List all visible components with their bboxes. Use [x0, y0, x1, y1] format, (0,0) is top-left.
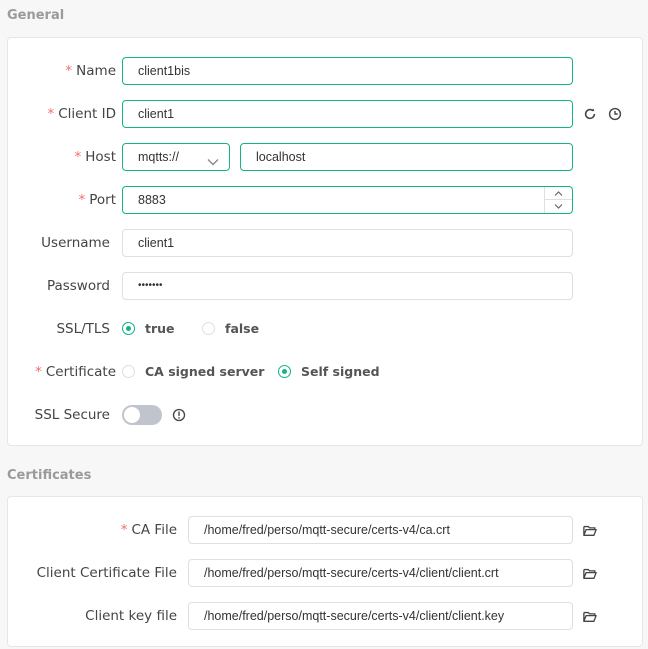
ca-file-label: * CA File — [120, 522, 177, 538]
password-input[interactable]: ••••••• — [122, 272, 573, 300]
client-key-row: Client key file /home/fred/perso/mqtt-se… — [8, 602, 644, 630]
certificate-row: * Certificate CA signed server Self signe… — [8, 358, 644, 386]
info-icon[interactable] — [172, 407, 188, 423]
self-signed-radio[interactable] — [278, 365, 291, 378]
client-cert-row: Client Certificate File /home/fred/perso… — [8, 559, 644, 587]
name-input[interactable]: client1bis — [122, 57, 573, 85]
protocol-select[interactable]: mqtts:// — [122, 143, 230, 171]
folder-icon[interactable] — [583, 608, 599, 624]
port-input[interactable]: 8883 — [122, 186, 573, 214]
client-id-row: * Client ID client1 — [8, 100, 644, 128]
clock-icon[interactable] — [608, 106, 624, 122]
folder-icon[interactable] — [583, 522, 599, 538]
chevron-down-icon — [207, 151, 219, 166]
client-cert-input[interactable]: /home/fred/perso/mqtt-secure/certs-v4/cl… — [188, 559, 573, 587]
client-id-label: * Client ID — [47, 106, 116, 122]
port-stepper — [544, 187, 572, 213]
host-label: * Host — [74, 149, 117, 165]
client-cert-label: Client Certificate File — [36, 565, 177, 581]
username-input[interactable]: client1 — [122, 229, 573, 257]
client-key-label: Client key file — [85, 608, 177, 624]
certificates-card: * CA File /home/fred/perso/mqtt-secure/ce… — [7, 496, 643, 647]
port-row: * Port 8883 — [8, 186, 644, 214]
ca-signed-radio[interactable] — [122, 365, 135, 378]
username-label: Username — [41, 235, 110, 251]
ca-file-input[interactable]: /home/fred/perso/mqtt-secure/certs-v4/ca… — [188, 516, 573, 544]
username-row: Username client1 — [8, 229, 644, 257]
ssl-tls-row: SSL/TLS true false — [8, 315, 644, 343]
certificate-label: * Certificate — [35, 364, 116, 380]
self-signed-label[interactable]: Self signed — [301, 358, 380, 386]
ssl-secure-row: SSL Secure — [8, 401, 644, 429]
client-key-input[interactable]: /home/fred/perso/mqtt-secure/certs-v4/cl… — [188, 602, 573, 630]
ssl-secure-toggle[interactable] — [122, 405, 162, 425]
name-row: * Name client1bis — [8, 57, 644, 85]
port-label: * Port — [78, 192, 116, 208]
folder-icon[interactable] — [583, 565, 599, 581]
host-row: * Host mqtts:// localhost — [8, 143, 644, 171]
protocol-value: mqtts:// — [138, 150, 179, 164]
password-row: Password ••••••• — [8, 272, 644, 300]
ssl-tls-false-label[interactable]: false — [225, 315, 259, 343]
ssl-tls-label: SSL/TLS — [56, 321, 110, 337]
general-card: * Name client1bis * Client ID client1 * Hos… — [7, 37, 643, 446]
password-label: Password — [46, 278, 110, 294]
section-title-certificates: Certificates — [7, 468, 92, 483]
ssl-secure-label: SSL Secure — [34, 407, 110, 423]
client-id-input[interactable]: client1 — [122, 100, 573, 128]
refresh-icon[interactable] — [583, 106, 599, 122]
ssl-tls-false-radio[interactable] — [202, 322, 215, 335]
port-value: 8883 — [138, 193, 166, 207]
host-input[interactable]: localhost — [240, 143, 573, 171]
ca-file-row: * CA File /home/fred/perso/mqtt-secure/ce… — [8, 516, 644, 544]
ssl-tls-true-label[interactable]: true — [145, 315, 175, 343]
name-label: * Name — [65, 63, 116, 79]
ssl-tls-true-radio[interactable] — [122, 322, 135, 335]
port-decrease-button[interactable] — [545, 200, 572, 213]
toggle-knob — [124, 407, 140, 423]
section-title-general: General — [7, 8, 65, 23]
ca-signed-label[interactable]: CA signed server — [145, 358, 264, 386]
port-increase-button[interactable] — [545, 187, 572, 200]
